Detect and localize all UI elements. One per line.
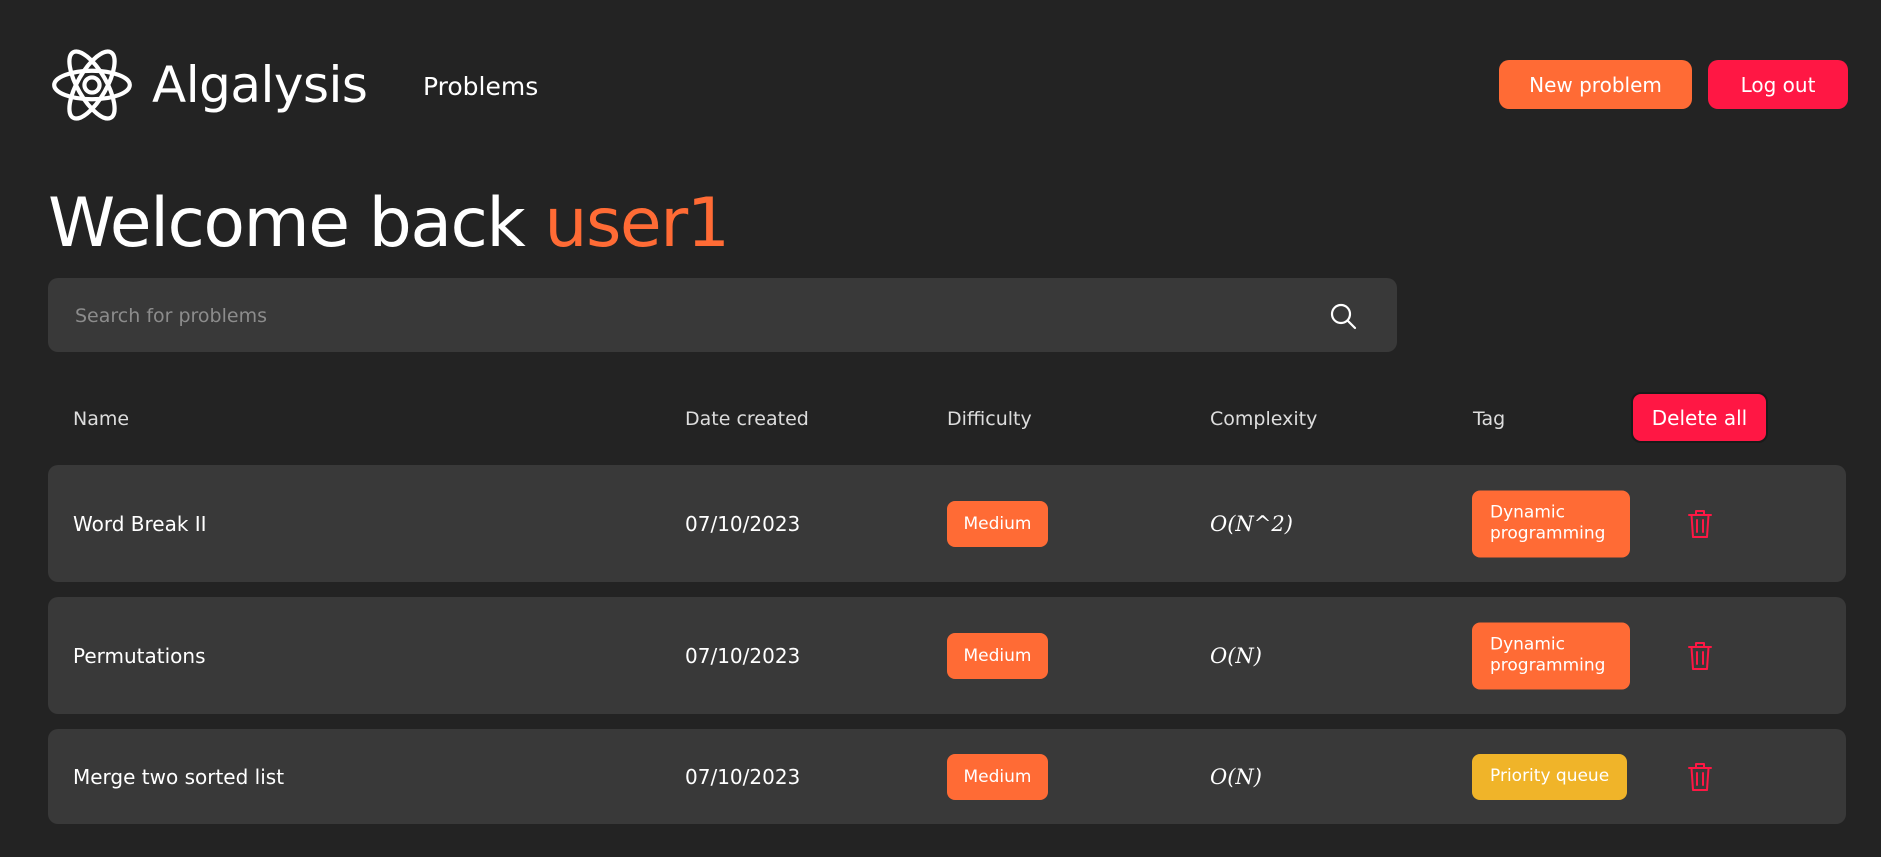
table-row[interactable]: Merge two sorted list 07/10/2023 Medium …: [48, 729, 1846, 824]
problem-name[interactable]: Merge two sorted list: [73, 765, 284, 789]
brand-logo[interactable]: Algalysis: [48, 40, 408, 130]
column-header-name[interactable]: Name: [73, 408, 129, 430]
column-header-difficulty[interactable]: Difficulty: [947, 408, 1032, 430]
date-created: 07/10/2023: [685, 511, 801, 536]
trash-icon[interactable]: [1688, 509, 1712, 539]
problem-name[interactable]: Permutations: [73, 644, 206, 668]
table-row[interactable]: Permutations 07/10/2023 Medium O(N) Dyna…: [48, 597, 1846, 714]
tag-badge: Dynamic programming: [1472, 622, 1630, 689]
top-header: Algalysis Problems New problem Log out: [48, 40, 1848, 130]
problem-name[interactable]: Word Break II: [73, 512, 207, 536]
trash-icon[interactable]: [1688, 762, 1712, 792]
date-created: 07/10/2023: [685, 643, 801, 668]
welcome-heading: Welcome back user1: [48, 184, 730, 263]
search-bar: [48, 278, 1397, 354]
search-input[interactable]: [73, 278, 1277, 354]
difficulty-badge: Medium: [947, 632, 1048, 679]
table-row[interactable]: Word Break II 07/10/2023 Medium O(N^2) D…: [48, 465, 1846, 582]
column-header-tag[interactable]: Tag: [1473, 408, 1505, 430]
welcome-username: user1: [544, 184, 730, 263]
search-icon[interactable]: [1329, 302, 1357, 330]
difficulty-badge: Medium: [947, 753, 1048, 800]
difficulty-badge: Medium: [947, 500, 1048, 547]
tag-badge: Dynamic programming: [1472, 490, 1630, 557]
trash-icon[interactable]: [1688, 641, 1712, 671]
complexity-value: O(N): [1210, 764, 1262, 789]
atom-icon: [52, 49, 132, 121]
delete-all-button[interactable]: Delete all: [1631, 392, 1768, 443]
tag-badge: Priority queue: [1472, 753, 1628, 800]
date-created: 07/10/2023: [685, 764, 801, 789]
nav-problems-link[interactable]: Problems: [423, 72, 538, 101]
brand-name: Algalysis: [152, 56, 368, 114]
column-header-date[interactable]: Date created: [685, 408, 809, 430]
column-header-complexity[interactable]: Complexity: [1210, 408, 1317, 430]
logout-button[interactable]: Log out: [1708, 60, 1848, 109]
complexity-value: O(N^2): [1210, 511, 1293, 536]
complexity-value: O(N): [1210, 643, 1262, 668]
welcome-text: Welcome back: [48, 184, 526, 263]
new-problem-button[interactable]: New problem: [1499, 60, 1692, 109]
